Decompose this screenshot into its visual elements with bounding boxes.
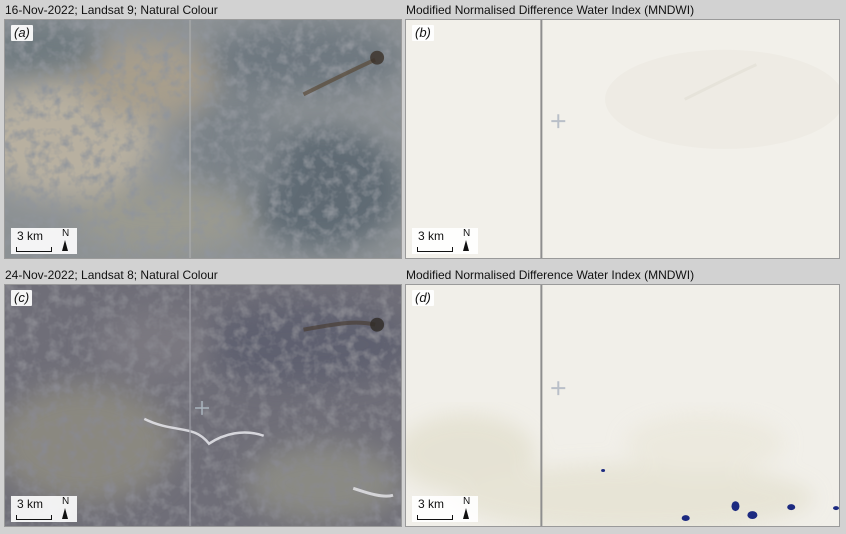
water-body [681, 515, 690, 522]
water-body [833, 506, 839, 511]
scale-bar-text: 3 km [418, 497, 445, 511]
north-label: N [463, 228, 471, 239]
header-row2-right: Modified Normalised Difference Water Ind… [406, 268, 695, 282]
north-arrow-icon [62, 240, 68, 251]
water-body [731, 501, 740, 512]
scale-bar: 3 km N [412, 496, 478, 522]
panel-c-satellite-image: (c) 3 km N [4, 284, 402, 527]
scale-bar-line [16, 515, 52, 520]
north-arrow-icon [463, 508, 469, 519]
north-arrow-icon [62, 508, 68, 519]
north-arrow-icon [463, 240, 469, 251]
satellite-image-c [5, 285, 401, 526]
mndwi-map-b [406, 20, 839, 258]
panel-label-d: (d) [412, 290, 434, 306]
panel-b-mndwi: (b) 3 km N [405, 19, 840, 259]
scale-bar-line [417, 515, 453, 520]
scale-bar-text: 3 km [17, 497, 44, 511]
panel-label-a: (a) [11, 25, 33, 41]
panel-label-b: (b) [412, 25, 434, 41]
water-body [747, 511, 758, 520]
scale-bar: 3 km N [11, 228, 77, 254]
panel-a-satellite-image: (a) 3 km N [4, 19, 402, 259]
north-label: N [463, 496, 471, 507]
scale-bar: 3 km N [412, 228, 478, 254]
water-body [787, 504, 796, 511]
header-row2-left: 24-Nov-2022; Landsat 8; Natural Colour [5, 268, 218, 282]
header-row1-left: 16-Nov-2022; Landsat 9; Natural Colour [5, 3, 218, 17]
scale-bar-text: 3 km [17, 229, 44, 243]
scale-bar-text: 3 km [418, 229, 445, 243]
scale-bar: 3 km N [11, 496, 77, 522]
water-body [601, 468, 606, 472]
figure: 16-Nov-2022; Landsat 9; Natural Colour M… [0, 0, 846, 534]
scale-bar-line [417, 247, 453, 252]
mndwi-map-d [406, 285, 839, 526]
panel-d-mndwi: (d) 3 km N [405, 284, 840, 527]
header-row1-right: Modified Normalised Difference Water Ind… [406, 3, 695, 17]
north-label: N [62, 496, 70, 507]
scale-bar-line [16, 247, 52, 252]
north-label: N [62, 228, 70, 239]
satellite-image-a [5, 20, 401, 258]
panel-label-c: (c) [11, 290, 33, 306]
